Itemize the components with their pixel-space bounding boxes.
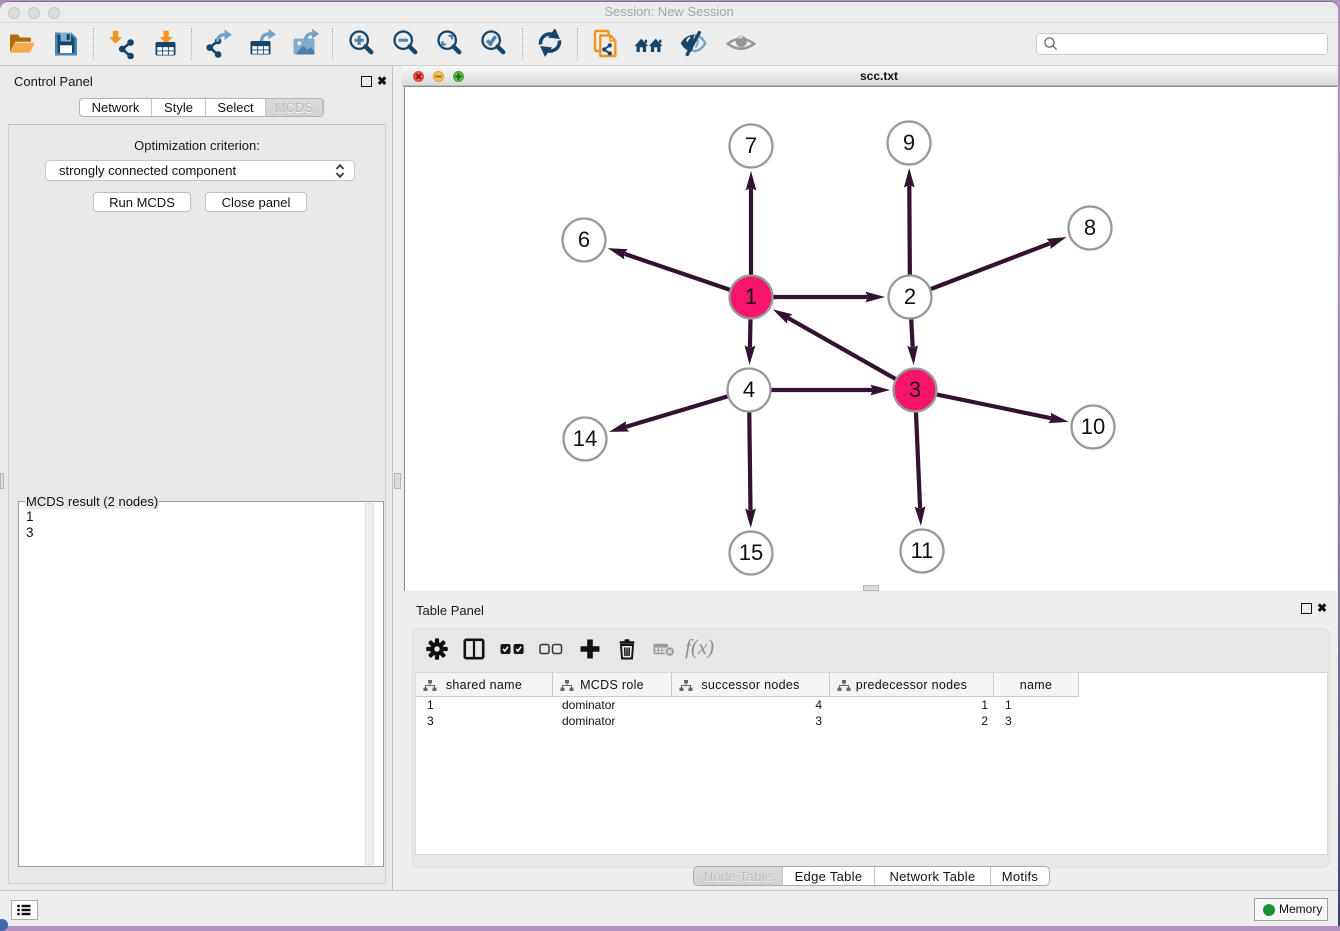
svg-text:2: 2 [904,284,916,309]
svg-text:4: 4 [743,377,755,402]
svg-text:3: 3 [909,377,921,402]
svg-text:8: 8 [1084,215,1096,240]
svg-text:15: 15 [739,540,763,565]
svg-text:14: 14 [573,426,597,451]
svg-text:10: 10 [1081,414,1105,439]
svg-text:1: 1 [745,284,757,309]
svg-text:7: 7 [745,133,757,158]
svg-text:6: 6 [578,227,590,252]
svg-text:9: 9 [903,130,915,155]
svg-text:11: 11 [911,538,934,563]
